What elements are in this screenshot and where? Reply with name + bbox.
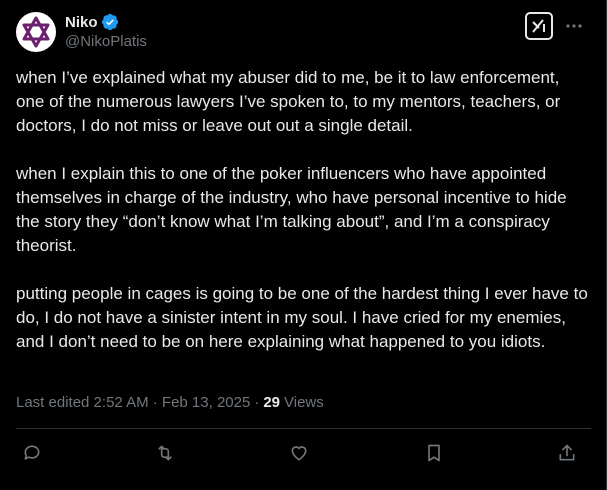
like-button[interactable] [287,441,311,465]
divider [16,428,591,429]
more-icon [566,24,582,28]
bookmark-button[interactable] [422,441,446,465]
post-container: Niko @NikoPlatis when I’ve explained wha… [0,0,607,490]
name-row: Niko [65,12,147,32]
post-meta: Last edited 2:52 AM · Feb 13, 2025 · 29 … [16,394,324,411]
reply-icon [24,445,40,460]
repost-button[interactable] [153,441,177,465]
avatar[interactable] [16,12,56,52]
star-of-david-icon [22,16,50,48]
post-paragraph: when I explain this to one of the poker … [16,164,567,255]
edited-timestamp[interactable]: Last edited 2:52 AM · Feb 13, 2025 [16,394,250,411]
bookmark-icon [428,444,440,462]
share-button[interactable] [555,441,579,465]
post-paragraph: when I’ve explained what my abuser did t… [16,68,561,135]
reply-button[interactable] [20,441,44,465]
verified-badge-icon[interactable] [101,13,119,31]
grok-button[interactable] [525,12,553,40]
grok-icon [532,19,545,33]
views-label: Views [284,394,324,411]
display-name[interactable]: Niko [65,14,98,31]
post-paragraph: putting people in cages is going to be o… [16,284,588,351]
author-block: Niko @NikoPlatis [65,12,147,51]
share-icon [559,444,575,461]
like-icon [291,446,307,461]
repost-icon [158,445,172,461]
post-text: when I’ve explained what my abuser did t… [16,66,591,354]
more-options-button[interactable] [562,14,586,38]
author-handle[interactable]: @NikoPlatis [65,33,147,50]
views-count: 29 [263,394,281,411]
meta-separator: · [254,394,260,411]
